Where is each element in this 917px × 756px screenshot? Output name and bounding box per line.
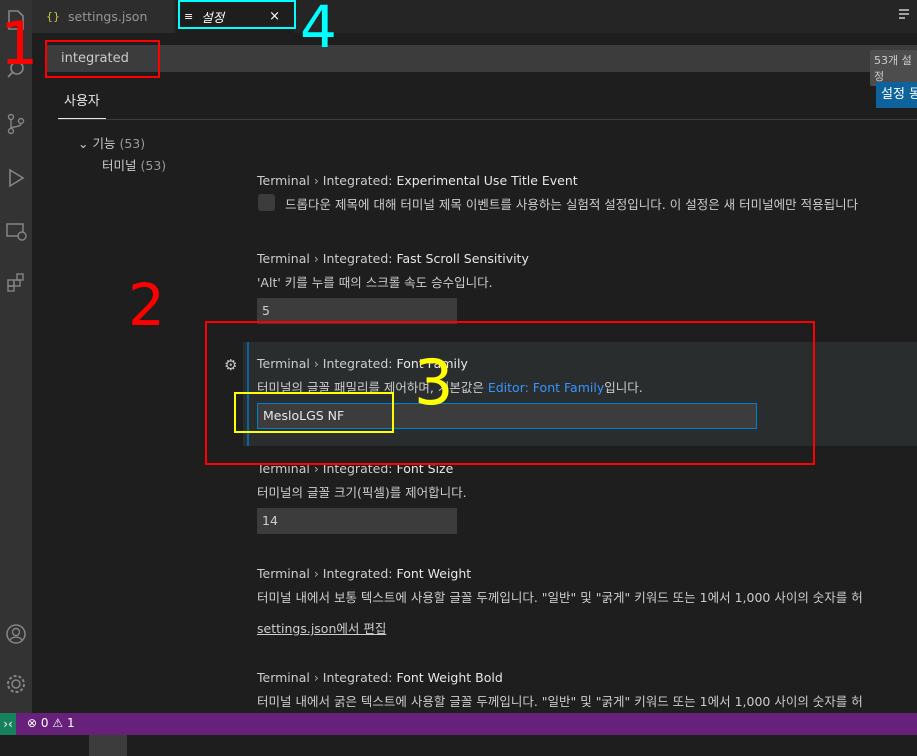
toc-label: 기능 (92, 136, 116, 151)
setting-name: Experimental Use Title Event (396, 173, 578, 188)
setting-title: Terminal › Integrated: Font Weight Bold (257, 670, 503, 685)
result-count-badge: 53개 설정 (870, 50, 917, 86)
setting-description: 터미널의 글꼴 크기(픽셀)를 제어합니다. (257, 485, 467, 500)
setting-group: Integrated: (322, 173, 393, 188)
setting-title: Terminal › Integrated: Fast Scroll Sensi… (257, 251, 529, 266)
setting-description: 터미널 내에서 굵은 텍스트에 사용할 글꼴 두께입니다. "일반" 및 "굵게… (257, 694, 863, 709)
separator: › (313, 251, 319, 266)
setting-group: Integrated: (322, 566, 393, 581)
toc-label: 터미널 (102, 158, 137, 173)
setting-group: Integrated: (322, 670, 393, 685)
source-control-icon[interactable] (0, 108, 32, 140)
account-icon[interactable] (0, 618, 32, 650)
separator: › (313, 670, 319, 685)
settings-search-input[interactable]: integrated 53개 설정 (46, 45, 917, 86)
warning-icon: ⚠ (52, 716, 64, 730)
toc-count: (53) (140, 158, 167, 173)
run-debug-icon[interactable] (0, 162, 32, 194)
setting-name: Font Weight (396, 566, 472, 581)
setting-title: Terminal › Integrated: Font Weight (257, 566, 471, 581)
extensions-icon[interactable] (0, 266, 32, 298)
error-count: 0 (40, 716, 49, 730)
separator: › (313, 173, 319, 188)
tab-label: settings.json (68, 9, 148, 24)
problems-status[interactable]: ⊗ 0 ⚠ 1 (27, 716, 75, 730)
setting-description: 터미널 내에서 보통 텍스트에 사용할 글꼴 두께입니다. "일반" 및 "굵게… (257, 590, 863, 605)
manage-gear-icon[interactable] (0, 668, 32, 700)
experimental-title-event-checkbox[interactable] (258, 194, 275, 211)
separator: › (313, 566, 319, 581)
warning-count: 1 (66, 716, 75, 730)
setting-description: 'Alt' 키를 누를 때의 스크롤 속도 승수입니다. (257, 275, 493, 290)
annotation-box-4 (178, 0, 296, 29)
activity-bar (0, 0, 32, 713)
setting-category: Terminal (257, 251, 310, 266)
setting-category: Terminal (257, 670, 310, 685)
tab-user-scope[interactable]: 사용자 (64, 90, 100, 109)
tab-settings-json[interactable]: {} settings.json (32, 0, 174, 33)
setting-category: Terminal (257, 173, 310, 188)
settings-sync-button[interactable]: 설정 동 (876, 82, 917, 108)
annotation-number-3: 3 (414, 346, 454, 419)
remote-explorer-icon[interactable] (0, 216, 32, 248)
annotation-number-4: 4 (300, 0, 337, 61)
taskbar-strip (0, 735, 917, 756)
setting-name: Fast Scroll Sensitivity (396, 251, 529, 266)
editor-tab-bar: {} settings.json ≡ 설정 × (32, 0, 917, 33)
remote-indicator-icon[interactable]: ›‹ (0, 713, 16, 735)
edit-in-settings-json-link[interactable]: settings.json에서 편집 (257, 618, 386, 637)
chevron-down-icon: ⌄ (78, 136, 89, 151)
setting-name: Font Weight Bold (396, 670, 503, 685)
taskbar-item[interactable] (89, 735, 127, 756)
annotation-box-3 (234, 392, 394, 433)
annotation-box-1 (45, 40, 160, 78)
divider (58, 119, 917, 120)
status-bar (0, 713, 917, 735)
toc-item-features[interactable]: ⌄ 기능 (53) (78, 133, 145, 152)
open-settings-json-icon[interactable] (896, 6, 912, 26)
toc-item-terminal[interactable]: 터미널 (53) (102, 155, 166, 174)
font-size-input[interactable]: 14 (257, 508, 457, 534)
annotation-number-2: 2 (128, 271, 165, 339)
annotation-number-1: 1 (0, 9, 39, 79)
toc-count: (53) (119, 136, 146, 151)
setting-description: 드롭다운 제목에 대해 터미널 제목 이벤트를 사용하는 실험적 설정입니다. … (285, 197, 859, 212)
setting-title: Terminal › Integrated: Experimental Use … (257, 173, 578, 188)
setting-category: Terminal (257, 566, 310, 581)
error-icon: ⊗ (27, 716, 38, 730)
setting-group: Integrated: (322, 251, 393, 266)
json-file-icon: {} (46, 10, 60, 23)
